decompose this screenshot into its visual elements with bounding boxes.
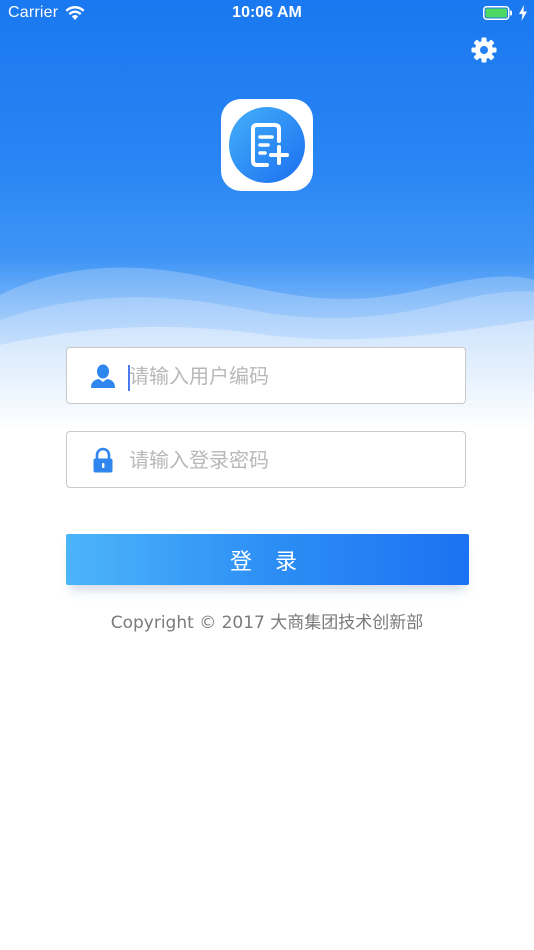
copyright-text: Copyright © 2017 大商集团技术创新部	[110, 613, 424, 633]
password-field[interactable]	[66, 431, 466, 488]
username-input[interactable]	[129, 356, 449, 396]
lock-icon	[93, 447, 113, 473]
clock: 10:06 AM	[232, 4, 302, 21]
gear-icon[interactable]	[471, 37, 497, 63]
charging-bolt-icon	[519, 5, 527, 21]
text-cursor	[128, 365, 130, 391]
status-bar: Carrier 10:06 AM	[0, 0, 534, 28]
username-field[interactable]	[66, 347, 466, 404]
password-input[interactable]	[129, 440, 449, 480]
login-button[interactable]: 登 录	[66, 534, 469, 585]
app-logo	[221, 99, 313, 191]
login-screen: Carrier 10:06 AM 请输入用户编码 登 录 Copyright ©…	[0, 0, 534, 950]
wave-decoration	[0, 267, 534, 440]
user-icon	[91, 364, 115, 388]
battery-icon	[483, 6, 512, 20]
document-plus-icon	[229, 107, 305, 183]
